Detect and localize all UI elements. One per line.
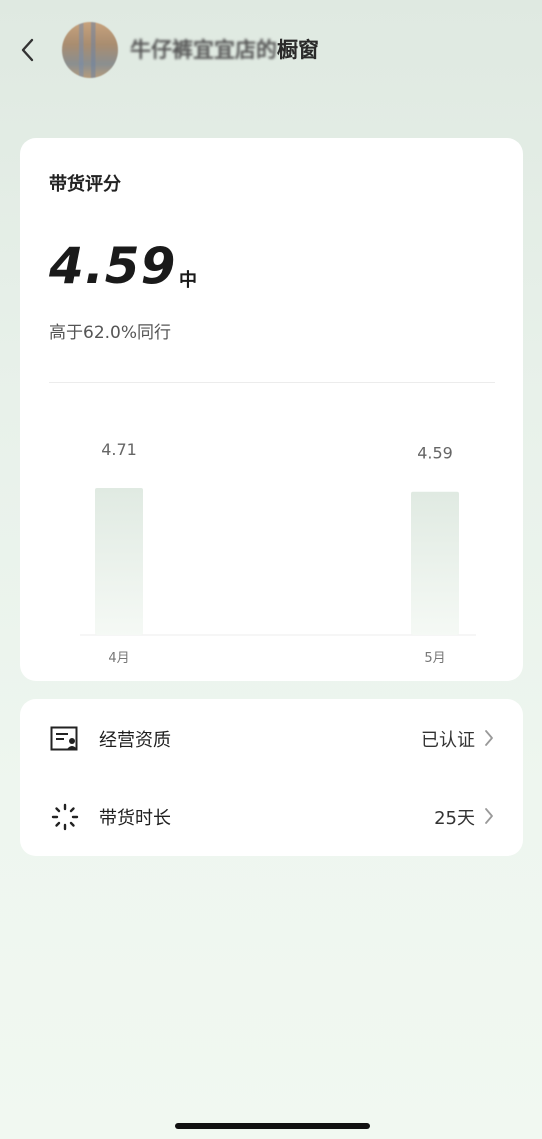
chevron-right-icon [485,808,493,824]
chart-value-label: 4.59 [417,444,453,463]
business-qualification-row[interactable]: 经营资质 已认证 [20,699,523,777]
chevron-right-icon [485,730,493,746]
chart-category-label: 4月 [108,651,129,666]
chart-category-label: 5月 [424,651,445,666]
verification-status: 已认证 [421,730,475,751]
shop-info-card: 经营资质 已认证 带货时长 25天 [20,699,523,856]
chart-value-label: 4.71 [101,440,137,459]
sales-duration-row[interactable]: 带货时长 25天 [20,777,523,855]
chart-bar-4月 [95,488,143,635]
row-label: 经营资质 [99,730,171,751]
back-button[interactable] [14,34,42,66]
chart-bar-5月 [411,491,459,635]
sales-duration-value: 25天 [434,808,475,829]
shop-name-suffix: 橱窗 [277,38,319,62]
shop-window-title: 牛仔裤宜宜店的橱窗 [130,34,319,66]
home-indicator [175,1123,370,1129]
chevron-left-icon [21,38,34,62]
loading-spinner-icon [51,803,79,831]
page-header: 牛仔裤宜宜店的橱窗 [0,0,542,100]
license-icon [50,726,78,751]
shop-avatar[interactable] [62,22,118,78]
shop-name-blurred: 牛仔裤宜宜店的 [130,38,277,62]
sales-score-card: 带货评分 4.59 中 高于62.0%同行 4.71 4月 4.59 5月 [20,138,523,681]
row-label: 带货时长 [99,808,171,829]
monthly-score-chart: 4.71 4月 4.59 5月 [80,440,476,666]
